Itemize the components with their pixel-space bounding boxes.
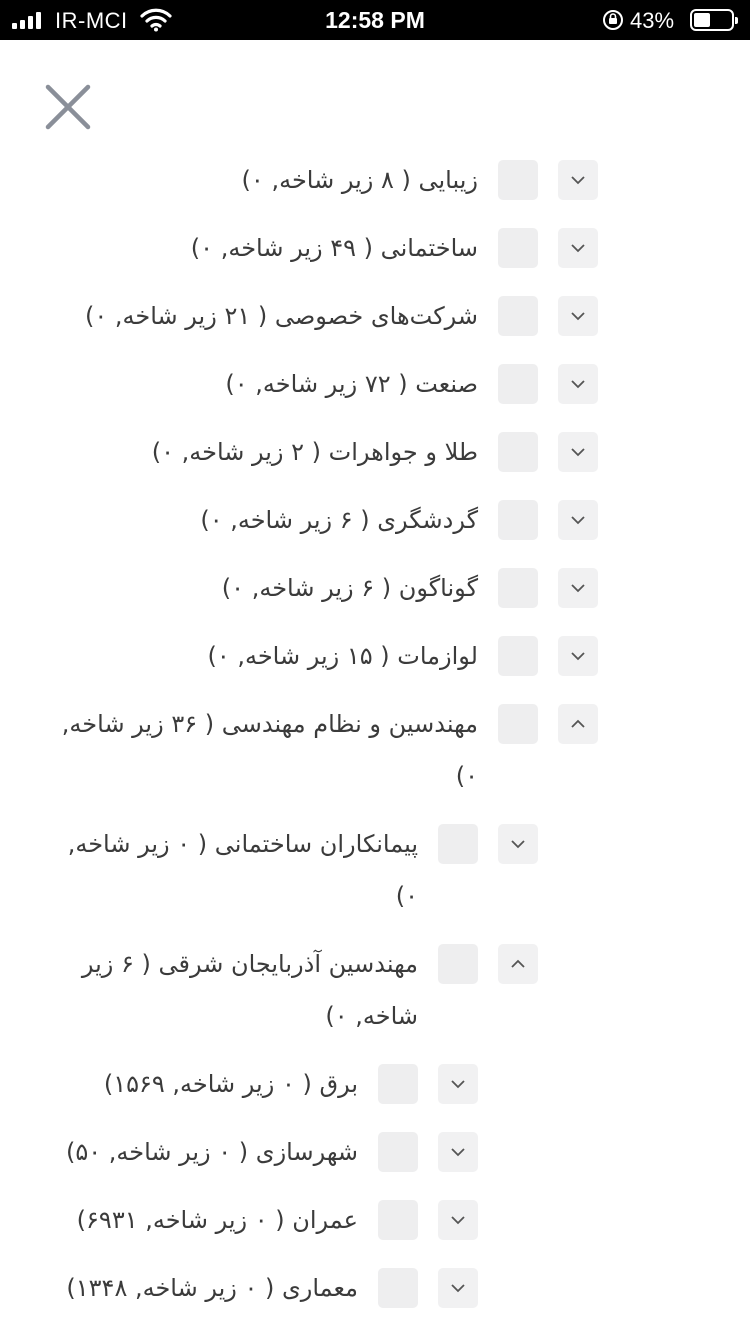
tree-item-label: ساختمانی ( ۴۹ زیر شاخه, ۰) (190, 234, 478, 262)
chevron-down-icon (451, 1148, 465, 1157)
expand-button[interactable] (558, 160, 598, 200)
checkbox[interactable] (378, 1268, 418, 1308)
expand-button[interactable] (438, 1064, 478, 1104)
checkbox[interactable] (498, 160, 538, 200)
tree-item-label: گوناگون ( ۶ زیر شاخه, ۰) (221, 574, 478, 602)
tree-item-label: طلا و جواهرات ( ۲ زیر شاخه, ۰) (151, 438, 478, 466)
expand-button[interactable] (438, 1132, 478, 1172)
tree-item-label: مهندسین آذربایجان شرقی ( ۶ زیر شاخه, ۰) (81, 950, 418, 1030)
tree-item-label: زیبایی ( ۸ زیر شاخه, ۰) (241, 166, 478, 194)
tree-item-label: معماری ( ۰ زیر شاخه, ۱۳۴۸) (66, 1274, 358, 1302)
checkbox[interactable] (498, 568, 538, 608)
tree-item-label: لوازمات ( ۱۵ زیر شاخه, ۰) (207, 642, 478, 670)
chevron-down-icon (571, 312, 585, 321)
checkbox[interactable] (498, 500, 538, 540)
chevron-down-icon (451, 1080, 465, 1089)
chevron-down-icon (571, 244, 585, 253)
chevron-down-icon (451, 1216, 465, 1225)
close-button[interactable] (44, 84, 92, 130)
chevron-down-icon (571, 652, 585, 661)
checkbox[interactable] (378, 1132, 418, 1172)
expand-button[interactable] (558, 228, 598, 268)
tree-item-label: پیمانکاران ساختمانی ( ۰ زیر شاخه, ۰) (67, 830, 418, 910)
checkbox[interactable] (498, 636, 538, 676)
expand-button[interactable] (558, 296, 598, 336)
tree-item-label: شهرسازی ( ۰ زیر شاخه, ۵۰) (65, 1138, 358, 1166)
chevron-down-icon (571, 516, 585, 525)
expand-button[interactable] (498, 824, 538, 864)
battery-percent: 43% (630, 8, 675, 33)
checkbox[interactable] (498, 704, 538, 744)
expand-button[interactable] (558, 364, 598, 404)
tree-item-label: برق ( ۰ زیر شاخه, ۱۵۶۹) (103, 1070, 358, 1098)
tree-item-label: گردشگری ( ۶ زیر شاخه, ۰) (200, 506, 478, 534)
battery-icon (690, 9, 738, 31)
expand-button[interactable] (438, 1268, 478, 1308)
expand-button[interactable] (558, 432, 598, 472)
orientation-lock-icon (601, 9, 625, 36)
tree-item-label: مهندسین و نظام مهندسی ( ۳۶ زیر شاخه, ۰) (61, 710, 478, 790)
expand-button[interactable] (558, 636, 598, 676)
checkbox[interactable] (498, 228, 538, 268)
checkbox[interactable] (438, 944, 478, 984)
chevron-down-icon (451, 1284, 465, 1293)
chevron-down-icon (571, 448, 585, 457)
close-icon (45, 84, 91, 130)
chevron-down-icon (571, 176, 585, 185)
checkbox[interactable] (378, 1200, 418, 1240)
chevron-up-icon (511, 959, 525, 968)
chevron-down-icon (571, 584, 585, 593)
expand-button[interactable] (438, 1200, 478, 1240)
expand-button[interactable] (558, 568, 598, 608)
checkbox[interactable] (378, 1064, 418, 1104)
checkbox[interactable] (498, 296, 538, 336)
tree-item-label: عمران ( ۰ زیر شاخه, ۶۹۳۱) (76, 1206, 358, 1234)
chevron-down-icon (511, 840, 525, 849)
checkbox[interactable] (498, 432, 538, 472)
expand-button[interactable] (558, 500, 598, 540)
category-tree: زیبایی ( ۸ زیر شاخه, ۰) ساختمانی ( ۴۹ زی… (0, 150, 750, 1334)
status-bar: IR-MCI 12:58 PM 43% (0, 0, 750, 40)
chevron-down-icon (571, 380, 585, 389)
checkbox[interactable] (498, 364, 538, 404)
collapse-button[interactable] (498, 944, 538, 984)
checkbox[interactable] (438, 824, 478, 864)
chevron-up-icon (571, 719, 585, 728)
tree-item-label: شرکت‌های خصوصی ( ۲۱ زیر شاخه, ۰) (85, 302, 478, 330)
tree-item-label: صنعت ( ۷۲ زیر شاخه, ۰) (225, 370, 478, 398)
collapse-button[interactable] (558, 704, 598, 744)
